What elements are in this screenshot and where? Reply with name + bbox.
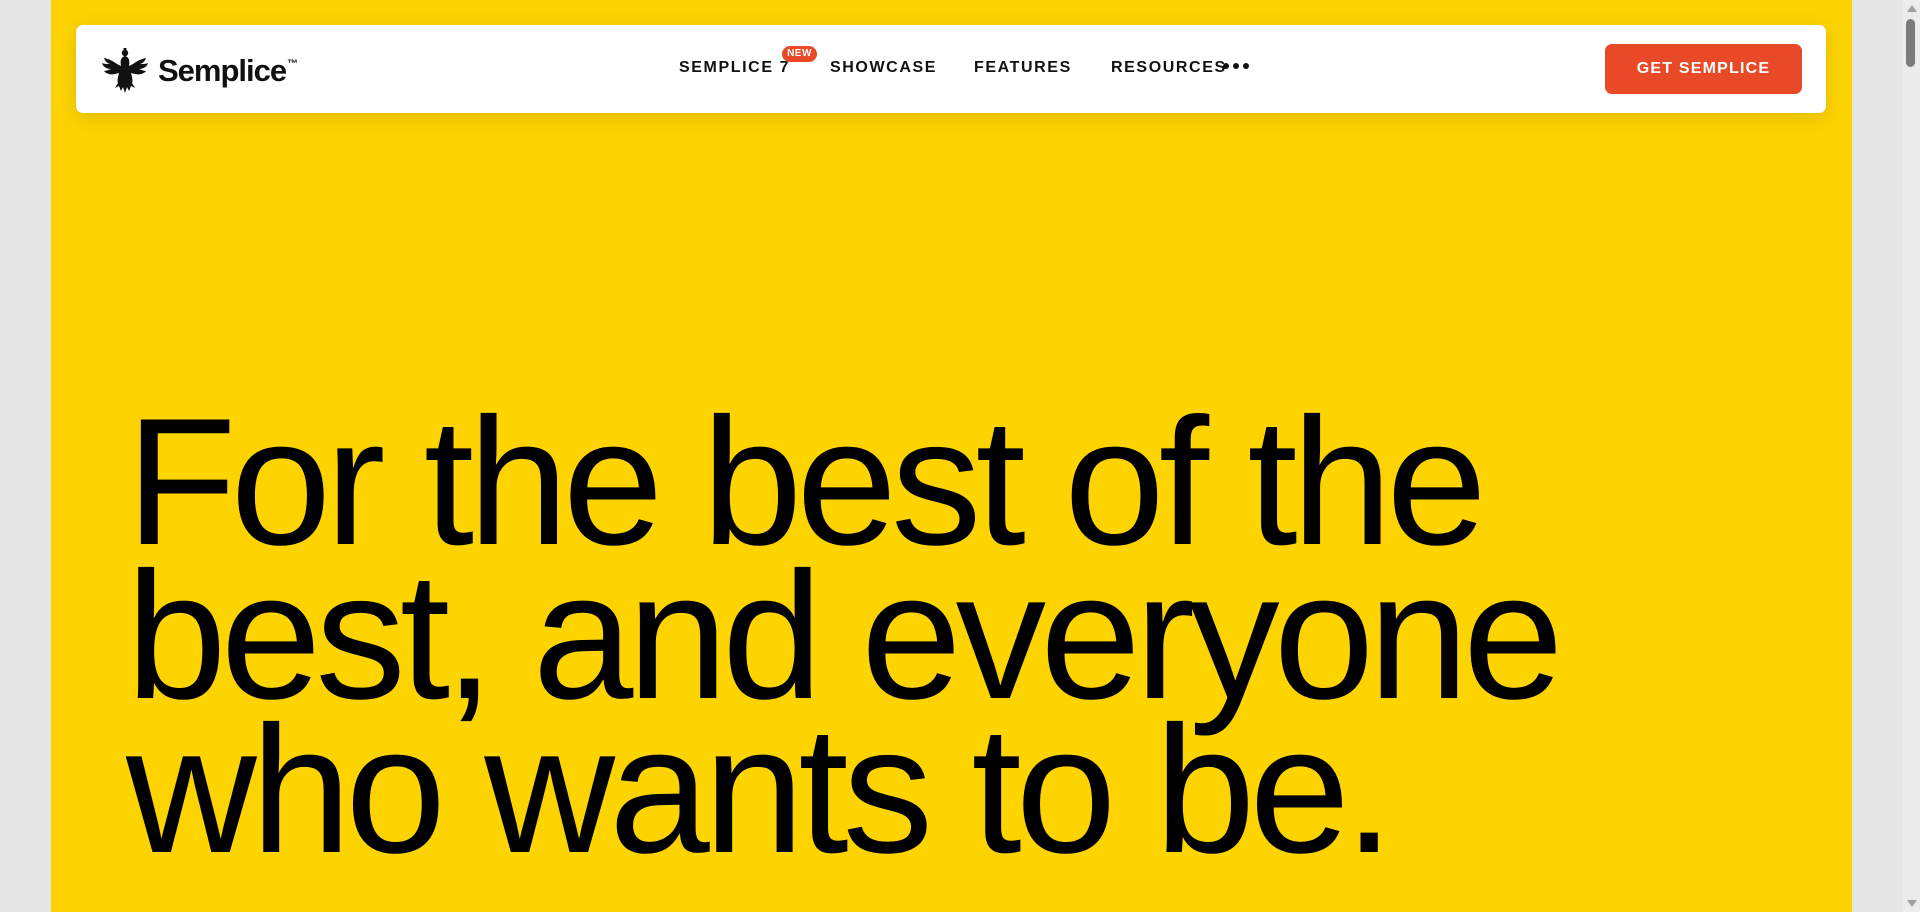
hero-line-3: who wants to be. (126, 689, 1394, 891)
top-navbar: Semplice™ SEMPLICE 7 NEW SHOWCASE FEATUR… (76, 25, 1826, 113)
dot (1243, 63, 1249, 69)
hero-headline: For the best of the best, and everyone w… (126, 392, 1564, 891)
dot (1223, 63, 1229, 69)
scroll-up-arrow-icon[interactable] (1907, 5, 1917, 12)
more-dots-icon[interactable] (1223, 63, 1249, 69)
main-navigation: SEMPLICE 7 NEW SHOWCASE FEATURES RESOURC… (76, 25, 1826, 113)
nav-item-showcase[interactable]: SHOWCASE (830, 59, 937, 77)
nav-item-semplice-7[interactable]: SEMPLICE 7 (679, 59, 790, 77)
scroll-down-arrow-icon[interactable] (1907, 900, 1917, 907)
get-semplice-button[interactable]: GET SEMPLICE (1605, 44, 1802, 94)
page: Semplice™ SEMPLICE 7 NEW SHOWCASE FEATUR… (51, 0, 1852, 912)
new-badge: NEW (782, 46, 817, 62)
vertical-scrollbar[interactable] (1903, 0, 1920, 912)
scrollbar-thumb[interactable] (1906, 19, 1915, 67)
dot (1233, 63, 1239, 69)
nav-item-resources[interactable]: RESOURCES (1111, 59, 1227, 77)
nav-item-features[interactable]: FEATURES (974, 59, 1072, 77)
